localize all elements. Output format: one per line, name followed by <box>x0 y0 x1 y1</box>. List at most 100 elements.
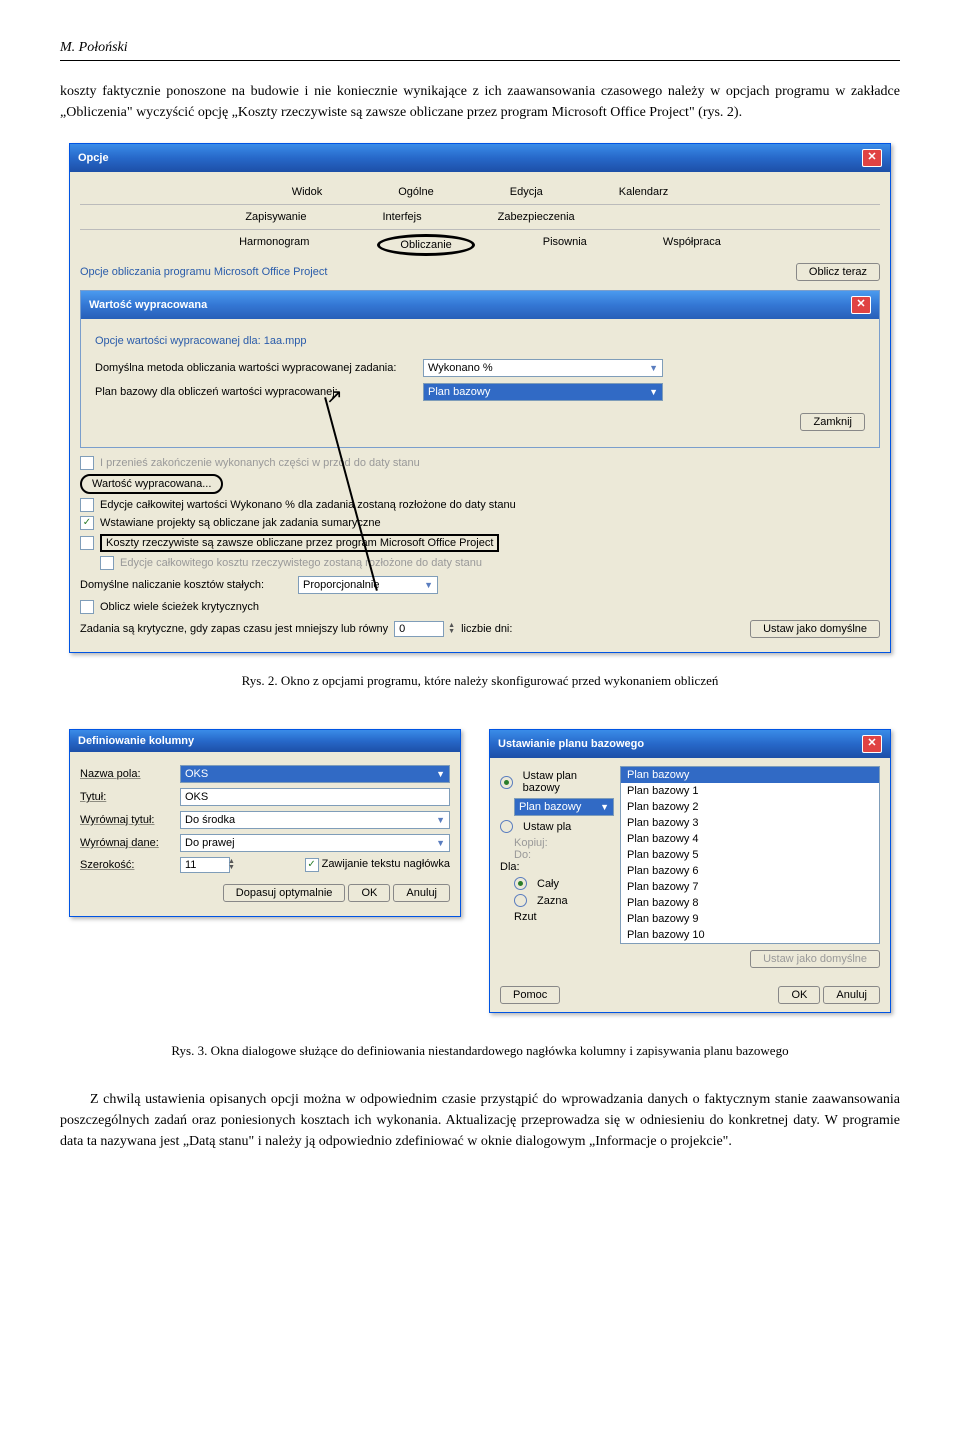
list-item[interactable]: Plan bazowy 4 <box>621 831 879 847</box>
tab-kalendarz[interactable]: Kalendarz <box>611 184 677 200</box>
label-rzut: Rzut <box>514 911 614 923</box>
radio-zazna[interactable] <box>514 894 527 907</box>
list-item[interactable]: Plan bazowy 6 <box>621 863 879 879</box>
inner-dialog: Wartość wypracowana ✕ Opcje wartości wyp… <box>80 290 880 448</box>
list-item[interactable]: Plan bazowy 3 <box>621 815 879 831</box>
list-item[interactable]: Plan bazowy 2 <box>621 799 879 815</box>
btn-zamknij[interactable]: Zamknij <box>800 413 865 431</box>
radio-label: Ustaw plan bazowy <box>523 770 614 794</box>
list-item[interactable]: Plan bazowy 1 <box>621 783 879 799</box>
radio-label: Cały <box>537 878 559 890</box>
checkbox[interactable]: ✓ <box>305 858 319 872</box>
select-naliczanie[interactable]: Proporcjonalnie ▼ <box>298 576 438 594</box>
input-szerokosc[interactable]: 11 <box>180 857 230 873</box>
chevron-down-icon: ▼ <box>436 769 445 779</box>
list-item[interactable]: Plan bazowy <box>621 767 879 783</box>
checkbox[interactable] <box>80 536 94 550</box>
tab-edycja[interactable]: Edycja <box>502 184 551 200</box>
tab-zapisywanie[interactable]: Zapisywanie <box>237 209 314 225</box>
select-wyr-dane[interactable]: Do prawej ▼ <box>180 834 450 852</box>
chk-zawijanie: Zawijanie tekstu nagłówka <box>322 858 450 870</box>
radio-ustaw[interactable] <box>500 776 513 789</box>
select-plan[interactable]: Plan bazowy ▼ <box>423 383 663 401</box>
checkbox[interactable] <box>100 556 114 570</box>
chk-label: Oblicz wiele ścieżek krytycznych <box>100 601 259 613</box>
btn-ok[interactable]: OK <box>778 986 820 1004</box>
title-text: Definiowanie kolumny <box>78 735 194 747</box>
radio-caly[interactable] <box>514 877 527 890</box>
select-value: Do prawej <box>185 837 235 849</box>
list-item[interactable]: Plan bazowy 5 <box>621 847 879 863</box>
chk-label-boxed: Koszty rzeczywiste są zawsze obliczane p… <box>100 534 499 552</box>
page-header: M. Połoński <box>60 40 128 55</box>
tab-widok[interactable]: Widok <box>284 184 331 200</box>
list-item[interactable]: Plan bazowy 10 <box>621 927 879 943</box>
label-dla: Dla: <box>500 861 614 873</box>
btn-ok[interactable]: OK <box>348 884 390 902</box>
btn-oblicz-teraz[interactable]: Oblicz teraz <box>796 263 880 281</box>
btn-dopasuj[interactable]: Dopasuj optymalnie <box>223 884 346 902</box>
list-item[interactable]: Plan bazowy 8 <box>621 895 879 911</box>
tab-wspolpraca[interactable]: Współpraca <box>655 234 729 256</box>
btn-pomoc[interactable]: Pomoc <box>500 986 560 1004</box>
select-value: Plan bazowy <box>428 386 490 398</box>
titlebar-opcje: Opcje ✕ <box>70 144 890 172</box>
chevron-down-icon: ▼ <box>424 580 433 590</box>
btn-wartosc-wypracowana[interactable]: Wartość wypracowana... <box>80 474 223 494</box>
list-item[interactable]: Plan bazowy 9 <box>621 911 879 927</box>
checkbox[interactable]: ✓ <box>80 516 94 530</box>
inner-title: Wartość wypracowana <box>89 299 207 311</box>
close-icon[interactable]: ✕ <box>862 735 882 753</box>
chk-label: I przenieś zakończenie wykonanych części… <box>100 457 420 469</box>
list-item[interactable]: Plan bazowy 7 <box>621 879 879 895</box>
plan-list[interactable]: Plan bazowy Plan bazowy 1 Plan bazowy 2 … <box>620 766 880 944</box>
checkbox[interactable] <box>80 498 94 512</box>
select-wyr-tytul[interactable]: Do środka ▼ <box>180 811 450 829</box>
dialog-opcje: Opcje ✕ Widok Ogólne Edycja Kalendarz Za… <box>69 143 891 653</box>
tabs-row-3: Harmonogram Obliczanie Pisownia Współpra… <box>80 230 880 260</box>
checkbox[interactable] <box>80 456 94 470</box>
input-kryt[interactable]: 0 <box>394 621 444 637</box>
btn-anuluj[interactable]: Anuluj <box>393 884 450 902</box>
label-wyr-dane: Wyrównaj dane: <box>80 837 180 849</box>
spinner[interactable]: ▲▼ <box>228 859 235 871</box>
label-do: Do: <box>514 849 614 861</box>
title-text: Ustawianie planu bazowego <box>498 738 644 750</box>
tab-interfejs[interactable]: Interfejs <box>374 209 429 225</box>
paragraph-1: koszty faktycznie ponoszone na budowie i… <box>60 81 900 123</box>
radio-label: Zazna <box>537 895 568 907</box>
chk-label: Edycje całkowitego kosztu rzeczywistego … <box>120 557 482 569</box>
spinner[interactable]: ▲▼ <box>448 623 455 635</box>
close-icon[interactable]: ✕ <box>851 296 871 314</box>
label-tytul: Tytuł: <box>80 791 180 803</box>
label-krytyczne: Zadania są krytyczne, gdy zapas czasu je… <box>80 623 388 635</box>
caption-rys3: Rys. 3. Okna dialogowe służące do defini… <box>60 1043 900 1059</box>
tab-obliczanie[interactable]: Obliczanie <box>377 234 474 256</box>
btn-ustaw-domyslne[interactable]: Ustaw jako domyślne <box>750 620 880 638</box>
tab-ogolne[interactable]: Ogólne <box>390 184 441 200</box>
label-wyr-tytul: Wyrównaj tytuł: <box>80 814 180 826</box>
label-plan: Plan bazowy dla obliczeń wartości wyprac… <box>95 386 415 398</box>
select-nazwa[interactable]: OKS ▼ <box>180 765 450 783</box>
select-value: Do środka <box>185 814 235 826</box>
tabs-row-2: Zapisywanie Interfejs Zabezpieczenia <box>80 205 880 230</box>
radio-label: Ustaw pla <box>523 821 571 833</box>
tab-zabezpieczenia[interactable]: Zabezpieczenia <box>490 209 583 225</box>
tab-harmonogram[interactable]: Harmonogram <box>231 234 317 256</box>
tab-pisownia[interactable]: Pisownia <box>535 234 595 256</box>
radio-ustaw2[interactable] <box>500 820 513 833</box>
close-icon[interactable]: ✕ <box>862 149 882 167</box>
btn-anuluj[interactable]: Anuluj <box>823 986 880 1004</box>
select-value: OKS <box>185 768 208 780</box>
select-plan-bazowy[interactable]: Plan bazowy▼ <box>514 798 614 816</box>
tabs-row-1: Widok Ogólne Edycja Kalendarz <box>80 180 880 205</box>
checkbox[interactable] <box>80 600 94 614</box>
caption-rys2: Rys. 2. Okno z opcjami programu, które n… <box>60 673 900 689</box>
label-nazwa: Nazwa pola: <box>80 768 180 780</box>
select-metoda[interactable]: Wykonano % ▼ <box>423 359 663 377</box>
label-szerokosc: Szerokość: <box>80 859 180 871</box>
dialog-plan: Ustawianie planu bazowego ✕ Ustaw plan b… <box>489 729 891 1013</box>
select-value: Proporcjonalnie <box>303 579 379 591</box>
inner-subtitle: Opcje wartości wypracowanej dla: 1aa.mpp <box>95 329 865 353</box>
input-tytul[interactable]: OKS <box>180 788 450 806</box>
